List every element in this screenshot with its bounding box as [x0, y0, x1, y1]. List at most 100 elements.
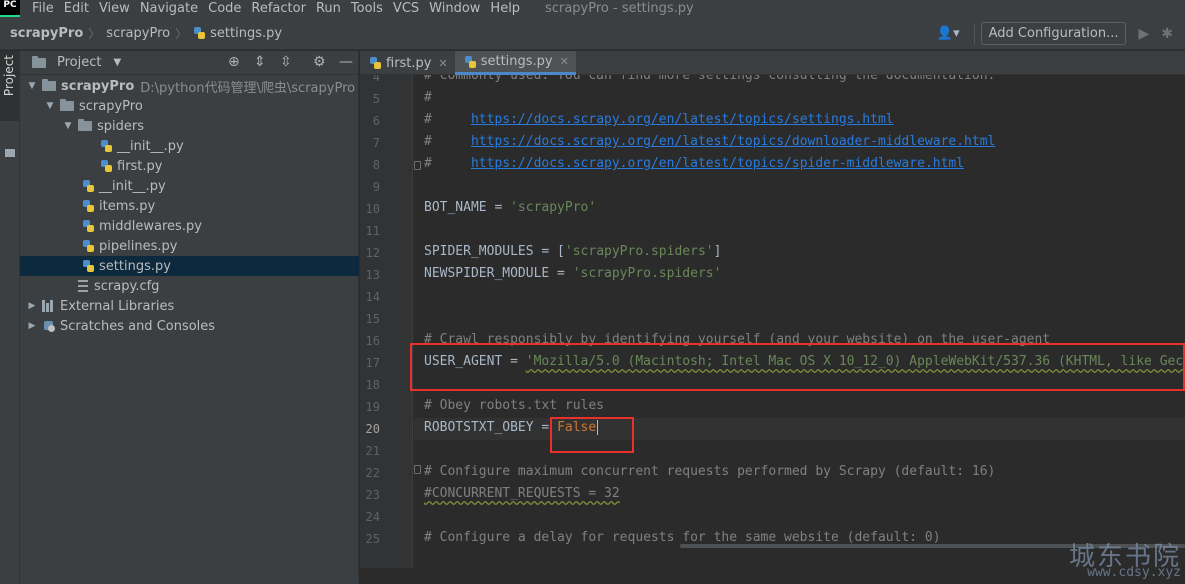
tree-item-package[interactable]: ▼ scrapyPro — [20, 96, 359, 116]
tree-item-first[interactable]: first.py — [20, 156, 359, 176]
tab-settings-py[interactable]: settings.py ✕ — [454, 51, 576, 75]
tab-label: first.py — [386, 55, 432, 71]
tree-item-items[interactable]: items.py — [20, 196, 359, 216]
menu-window[interactable]: Window — [424, 0, 485, 17]
line-number: 5 — [372, 92, 380, 106]
navigation-bar: scrapyPro 〉 scrapyPro 〉 settings.py 👤▾ A… — [0, 17, 1185, 50]
menu-view[interactable]: View — [94, 0, 135, 17]
expand-arrow-icon[interactable]: ▼ — [62, 121, 74, 131]
code-line-13: NEWSPIDER_MODULE = 'scrapyPro.spiders' — [424, 263, 721, 285]
python-file-icon — [82, 199, 95, 213]
folder-icon — [42, 79, 56, 91]
menu-file[interactable]: File — [20, 0, 59, 17]
code-identifier: ROBOTSTXT_OBEY = — [424, 420, 558, 435]
tree-item-spiders[interactable]: ▼ spiders — [20, 116, 359, 136]
tree-item-label: scrapyPro — [61, 78, 135, 94]
project-tool-window-button[interactable]: Project — [0, 51, 20, 121]
collapse-all-icon[interactable]: ⇳ — [280, 54, 292, 70]
menu-refactor[interactable]: Refactor — [246, 0, 311, 17]
bug-icon[interactable]: ✱ — [1161, 26, 1173, 42]
tree-item-spiders-init[interactable]: __init__.py — [20, 136, 359, 156]
fold-marker-icon[interactable] — [414, 161, 421, 170]
line-number: 21 — [365, 444, 380, 458]
config-file-icon — [78, 280, 88, 292]
horizontal-scrollbar[interactable] — [360, 544, 1185, 548]
locate-icon[interactable]: ⊕ — [228, 54, 240, 70]
code-identifier: SPIDER_MODULES = [ — [424, 244, 565, 259]
menu-run[interactable]: Run — [311, 0, 346, 17]
line-number: 9 — [372, 180, 380, 194]
folder-icon — [5, 149, 15, 157]
python-file-icon — [369, 56, 382, 70]
tree-item-label: __init__.py — [117, 138, 184, 154]
python-file-icon — [100, 139, 113, 153]
expand-arrow-icon[interactable]: ▶ — [26, 321, 38, 331]
docs-link-spider-middleware[interactable]: https://docs.scrapy.org/en/latest/topics… — [471, 156, 964, 171]
close-icon[interactable]: ✕ — [560, 55, 569, 68]
project-view-selector[interactable]: Project — [57, 55, 101, 70]
code-comment: # commonly used. You can find more setti… — [424, 75, 996, 83]
expand-arrow-icon[interactable]: ▼ — [44, 101, 56, 111]
tree-item-pkg-init[interactable]: __init__.py — [20, 176, 359, 196]
code-line-22: # Configure maximum concurrent requests … — [424, 461, 995, 483]
docs-link-settings[interactable]: https://docs.scrapy.org/en/latest/topics… — [471, 112, 894, 127]
person-icon[interactable]: 👤▾ — [937, 26, 960, 41]
breadcrumb-project[interactable]: scrapyPro — [0, 26, 83, 41]
line-number: 17 — [365, 356, 380, 370]
docs-link-downloader-middleware[interactable]: https://docs.scrapy.org/en/latest/topics… — [471, 134, 995, 149]
tree-item-external-libraries[interactable]: ▶ External Libraries — [20, 296, 359, 316]
menu-vcs[interactable]: VCS — [388, 0, 424, 17]
code-line-23: #CONCURRENT_REQUESTS = 32 — [424, 483, 620, 505]
menu-edit[interactable]: Edit — [59, 0, 94, 17]
python-file-icon — [82, 259, 95, 273]
code-line-6: # https://docs.scrapy.org/en/latest/topi… — [424, 109, 894, 131]
hide-panel-icon[interactable]: — — [339, 54, 353, 70]
tree-item-scrapy-cfg[interactable]: scrapy.cfg — [20, 276, 359, 296]
project-view-icon — [32, 55, 46, 68]
code-bracket: ] — [713, 244, 722, 259]
expand-all-icon[interactable]: ⇕ — [254, 54, 266, 70]
code-comment: # — [424, 134, 471, 149]
code-editor[interactable]: 4 5 6 7 8 9 10 11 12 13 14 15 16 17 18 1… — [360, 75, 1185, 568]
line-number: 10 — [365, 202, 380, 216]
menu-code[interactable]: Code — [203, 0, 246, 17]
line-number: 19 — [365, 400, 380, 414]
close-icon[interactable]: ✕ — [438, 57, 447, 70]
code-line-12: SPIDER_MODULES = ['scrapyPro.spiders'] — [424, 241, 721, 263]
tree-item-root[interactable]: ▼ scrapyPro D:\python代码管理\爬虫\scrapyPro — [20, 76, 359, 96]
fold-marker-icon[interactable] — [414, 465, 421, 474]
play-icon[interactable]: ▶ — [1138, 26, 1149, 42]
library-icon — [42, 300, 56, 312]
breadcrumb-package[interactable]: scrapyPro — [106, 26, 170, 41]
current-line-number: 20 — [365, 422, 380, 436]
expand-arrow-icon[interactable]: ▼ — [26, 81, 38, 91]
breadcrumb-file[interactable]: settings.py — [210, 26, 282, 41]
code-line-10: BOT_NAME = 'scrapyPro' — [424, 197, 596, 219]
python-file-icon — [193, 26, 206, 40]
tree-item-label: middlewares.py — [99, 218, 202, 234]
tree-item-settings[interactable]: settings.py — [20, 256, 359, 276]
tree-item-label: scrapy.cfg — [94, 278, 160, 294]
chevron-down-icon[interactable]: ▼ — [113, 57, 121, 68]
project-panel-header: Project ▼ ⊕ ⇕ ⇳ ⚙ — — [20, 51, 358, 75]
python-file-icon — [464, 55, 477, 69]
tree-item-label: scrapyPro — [79, 98, 143, 114]
menu-help[interactable]: Help — [485, 0, 525, 17]
line-number: 15 — [365, 312, 380, 326]
code-line-8: # https://docs.scrapy.org/en/latest/topi… — [424, 153, 964, 175]
line-number: 8 — [372, 158, 380, 172]
line-number-gutter: 4 5 6 7 8 9 10 11 12 13 14 15 16 17 18 1… — [360, 75, 413, 568]
menu-tools[interactable]: Tools — [346, 0, 388, 17]
pycharm-logo: PC — [0, 0, 20, 17]
code-line-19: # Obey robots.txt rules — [424, 395, 604, 417]
code-identifier: NEWSPIDER_MODULE = — [424, 266, 573, 281]
add-configuration-button[interactable]: Add Configuration... — [980, 22, 1127, 45]
tab-first-py[interactable]: first.py ✕ — [360, 51, 455, 75]
expand-arrow-icon[interactable]: ▶ — [26, 301, 38, 311]
tree-item-middlewares[interactable]: middlewares.py — [20, 216, 359, 236]
gear-icon[interactable]: ⚙ — [313, 54, 326, 70]
tree-item-scratches[interactable]: ▶ Scratches and Consoles — [20, 316, 359, 336]
tree-item-pipelines[interactable]: pipelines.py — [20, 236, 359, 256]
menu-navigate[interactable]: Navigate — [135, 0, 203, 17]
project-panel: Project ▼ ⊕ ⇕ ⇳ ⚙ — ▼ scrapyPro D:\pytho… — [20, 51, 359, 584]
